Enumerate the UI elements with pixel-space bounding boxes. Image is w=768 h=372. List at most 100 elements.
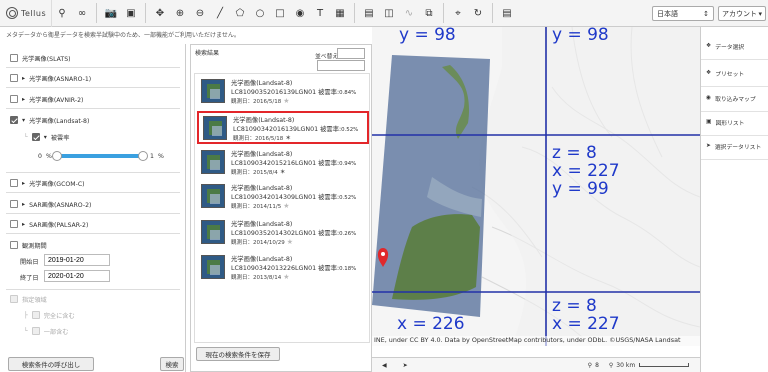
area-option-partial[interactable]: └ 一部含む xyxy=(24,326,68,336)
expand-icon[interactable]: ▸ xyxy=(22,221,25,228)
camera-icon[interactable]: 📷 xyxy=(101,3,121,23)
checkbox[interactable] xyxy=(10,295,18,303)
dataset-item[interactable]: ▸ 光学画像(GCOM-C) xyxy=(10,178,85,188)
circle-icon[interactable]: ○ xyxy=(250,3,270,23)
search-icon[interactable]: ⚲ xyxy=(52,3,72,23)
zoom-in-icon[interactable]: ⊕ xyxy=(170,3,190,23)
dataset-item[interactable]: 光学画像(SLATS) xyxy=(10,53,71,63)
infinity-icon[interactable]: ∞ xyxy=(72,3,92,23)
dataset-item[interactable]: ▾ 光学画像(Landsat-8) xyxy=(10,115,89,125)
collapse-icon[interactable]: ▾ xyxy=(44,134,47,141)
cloud-slider[interactable] xyxy=(52,151,148,161)
result-item[interactable]: 光学画像(Landsat-8) LC81090342014309LGN01 被雲… xyxy=(197,181,369,214)
selected-data-item[interactable]: ➤ 選択データリスト xyxy=(701,133,768,160)
dataset-item[interactable]: ▸ SAR画像(ASNARO-2) xyxy=(10,199,91,209)
account-menu[interactable]: アカウント ▾ xyxy=(718,6,766,21)
document-icon[interactable]: ▤ xyxy=(497,3,517,23)
logo-icon xyxy=(6,7,18,19)
cloud-min-unit: % xyxy=(45,152,52,160)
recall-conditions-button[interactable]: 検索条件の呼び出し xyxy=(8,357,94,371)
cloud-max-unit: % xyxy=(157,152,164,160)
search-button[interactable]: 検索 xyxy=(160,357,184,371)
tile-label: x = 227 xyxy=(552,314,620,334)
map-import-item[interactable]: ◉ 取り込みマップ xyxy=(701,85,768,112)
dataset-item[interactable]: ▸ 光学画像(ASNARO-1) xyxy=(10,73,91,83)
checkbox-checked[interactable] xyxy=(10,116,18,124)
collapse-icon[interactable]: ▾ xyxy=(22,117,25,124)
image-icon[interactable]: ▣ xyxy=(121,3,141,23)
crop-icon[interactable]: ⌖ xyxy=(448,3,468,23)
split-icon[interactable]: ◫ xyxy=(379,3,399,23)
end-date-input[interactable] xyxy=(44,270,110,282)
rectangle-icon[interactable]: □ xyxy=(270,3,290,23)
link-icon[interactable]: ∿ xyxy=(399,3,419,23)
pin-icon[interactable]: ★ xyxy=(283,202,289,210)
save-conditions-button[interactable]: 現在の検索条件を保存 xyxy=(196,347,280,361)
pin-icon[interactable]: ✶ xyxy=(285,134,291,142)
cloud-filter[interactable]: └ ▾ 被雲率 xyxy=(24,132,69,142)
slider-min-handle[interactable] xyxy=(52,151,62,161)
area-opt2-label: 一部含む xyxy=(43,328,69,336)
preset-item[interactable]: ❖ プリセット xyxy=(701,60,768,87)
checkbox[interactable] xyxy=(10,220,18,228)
result-item[interactable]: 光学画像(Landsat-8) LC81090342015216LGN01 被雲… xyxy=(197,147,369,180)
result-item[interactable]: 光学画像(Landsat-8) LC81090352016139LGN01 被雲… xyxy=(197,76,369,109)
dataset-item[interactable]: ▸ 光学画像(AVNIR-2) xyxy=(10,94,83,104)
tile-label: x = 227 xyxy=(552,161,620,181)
pin-icon[interactable]: ★ xyxy=(283,273,289,281)
map-view[interactable]: y = 98 y = 98 z = 8 x = 227 y = 99 z = 8… xyxy=(372,27,700,346)
pointer-icon[interactable]: ➤ xyxy=(403,362,408,369)
delete-icon[interactable]: ▦ xyxy=(330,3,350,23)
start-date-input[interactable] xyxy=(44,254,110,266)
text-icon[interactable]: T xyxy=(310,3,330,23)
marker-icon[interactable]: ◉ xyxy=(290,3,310,23)
expand-icon[interactable]: ▸ xyxy=(22,201,25,208)
data-select-item[interactable]: ❖ データ選択 xyxy=(701,33,768,60)
pin-icon[interactable]: ★ xyxy=(287,238,293,246)
search-panel: 光学画像(SLATS) ▸ 光学画像(ASNARO-1) ▸ 光学画像(AVNI… xyxy=(0,44,186,372)
checkbox[interactable] xyxy=(31,311,40,319)
shape-list-item[interactable]: ▣ 図形リスト xyxy=(701,109,768,136)
zoom-out-icon[interactable]: ⊖ xyxy=(190,3,210,23)
expand-icon[interactable]: ▸ xyxy=(22,180,25,187)
area-toggle[interactable]: 指定領域 xyxy=(10,294,47,304)
result-date: 観測日：2013/8/14 ★ xyxy=(231,273,290,281)
result-item[interactable]: 光学画像(Landsat-8) LC81090342013226LGN01 被雲… xyxy=(197,252,369,285)
tile-label: y = 98 xyxy=(552,27,609,45)
move-icon[interactable]: ✥ xyxy=(150,3,170,23)
checkbox[interactable] xyxy=(10,74,18,82)
reload-icon[interactable]: ↻ xyxy=(468,3,488,23)
checkbox[interactable] xyxy=(10,200,18,208)
layers-icon[interactable]: ⧉ xyxy=(419,3,439,23)
sort-order-select[interactable] xyxy=(317,60,365,71)
slider-max-handle[interactable] xyxy=(138,151,148,161)
caret-left-icon[interactable]: ◀ xyxy=(382,362,387,369)
dataset-label: 光学画像(ASNARO-1) xyxy=(29,75,92,83)
divider xyxy=(6,213,180,214)
result-item-selected[interactable]: 光学画像(Landsat-8) LC81090342016139LGN01 被雲… xyxy=(197,111,369,144)
pin-icon[interactable]: ✶ xyxy=(280,168,286,176)
sort-select[interactable] xyxy=(337,48,365,59)
scale-value: 30 km xyxy=(616,361,636,369)
zoom-level: 8 xyxy=(595,361,599,369)
tree-line: └ xyxy=(24,327,28,335)
map-canvas[interactable] xyxy=(372,27,700,346)
checkbox[interactable] xyxy=(10,179,18,187)
dataset-item[interactable]: ▸ SAR画像(PALSAR-2) xyxy=(10,219,88,229)
area-option-full[interactable]: ├ 完全に含む xyxy=(24,310,75,320)
result-item[interactable]: 光学画像(Landsat-8) LC81090352014302LGN01 被雲… xyxy=(197,217,369,250)
cloud-checkbox[interactable] xyxy=(31,133,40,141)
updown-icon: ↕ xyxy=(703,9,709,18)
checkbox[interactable] xyxy=(10,241,18,249)
polygon-icon[interactable]: ⬠ xyxy=(230,3,250,23)
checkbox[interactable] xyxy=(31,327,40,335)
language-select[interactable]: 日本語 ↕ xyxy=(652,6,714,21)
line-icon[interactable]: ╱ xyxy=(210,3,230,23)
expand-icon[interactable]: ▸ xyxy=(22,96,25,103)
checkbox[interactable] xyxy=(10,95,18,103)
checkbox[interactable] xyxy=(10,54,18,62)
panel-icon[interactable]: ▤ xyxy=(359,3,379,23)
pin-icon[interactable]: ★ xyxy=(283,97,289,105)
period-toggle[interactable]: 観測期間 xyxy=(10,240,47,250)
expand-icon[interactable]: ▸ xyxy=(22,75,25,82)
